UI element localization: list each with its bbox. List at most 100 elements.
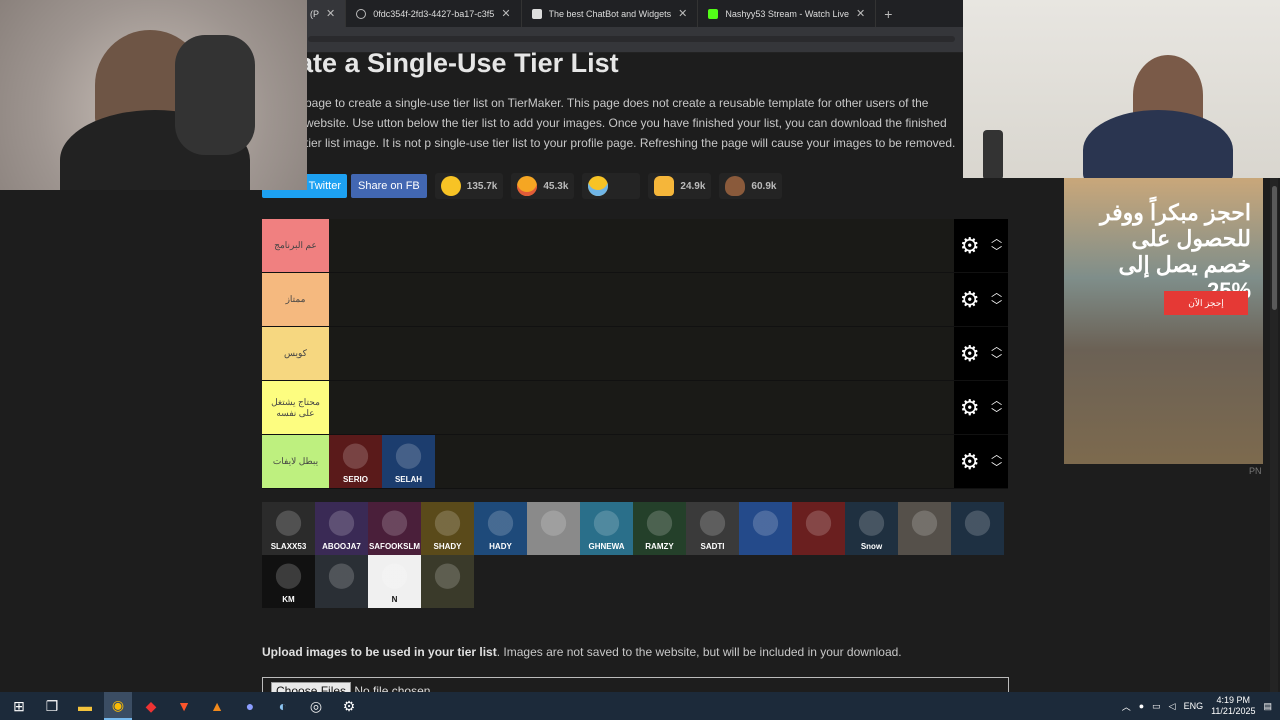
tier-controls: ⚙ ︿ ﹀ [954,327,1008,380]
file-status: No file chosen [354,684,431,692]
microphone-icon[interactable]: ● [1139,701,1144,711]
clock[interactable]: 4:19 PM 11/21/2025 [1211,695,1255,717]
obs-icon[interactable]: ◎ [302,692,330,720]
heart-eyes-emoji-icon [517,176,538,196]
tier-label[interactable]: عم البرنامج [262,219,329,272]
tier-item-image[interactable]: SADTI [686,502,739,555]
image-pool: SLAXX53 ABOOJA7 SAFOOKSLM SHADY HADY GHNEWA RA… [262,502,1008,608]
close-tab-icon[interactable]: ✕ [678,7,687,20]
chevron-up-icon[interactable]: ︿ [991,341,1002,354]
tier-item-image[interactable]: RAMZY [633,502,686,555]
ad-label: PN [1249,466,1262,476]
system-tray: ︿ ● ▭ ◁ ENG 4:19 PM 11/21/2025 ▤ [1122,692,1280,720]
reaction-grinning[interactable]: 135.7k [434,173,504,199]
tier-item-image[interactable]: SERIO [329,435,382,488]
tier-item-image[interactable] [898,502,951,555]
tier-item-image[interactable]: SLAXX53 [262,502,315,555]
tier-row: محتاج يشتغل على نفسه ⚙ ︿ ﹀ [262,381,1008,435]
webcam-overlay-right [963,0,1280,178]
ad-banner[interactable]: احجز مبكراً ووفر للحصول على خصم يصل إلى … [1064,178,1263,464]
new-tab-button[interactable]: + [876,6,900,22]
tier-item-image[interactable]: N [368,555,421,608]
tier-dropzone[interactable] [329,381,954,434]
close-tab-icon[interactable]: ✕ [856,7,865,20]
guest-body [1083,110,1233,178]
gear-icon[interactable]: ⚙ [960,234,980,257]
share-facebook-button[interactable]: Share on FB [351,174,427,198]
tier-item-image[interactable]: SAFOOKSLM [368,502,421,555]
tier-item-image[interactable]: SHADY [421,502,474,555]
tab-chatbot[interactable]: The best ChatBot and Widgets ✕ [522,0,699,27]
tier-item-image[interactable] [315,555,368,608]
share-row: n Twitter Share on FB 135.7k 45.3k 24.9k… [262,173,783,199]
chevron-up-icon[interactable]: ︿ [991,233,1002,246]
gear-icon[interactable]: ⚙ [960,450,980,473]
chevron-up-icon[interactable]: ︿ [991,395,1002,408]
brave-icon[interactable]: ▼ [170,692,198,720]
tier-item-image[interactable] [792,502,845,555]
chevron-down-icon[interactable]: ﹀ [991,354,1002,367]
chevron-down-icon[interactable]: ﹀ [991,246,1002,259]
choose-files-button[interactable]: Choose Files [271,682,352,692]
tier-item-image[interactable] [421,555,474,608]
reaction-laughing[interactable] [582,173,641,199]
tier-item-image[interactable]: KM [262,555,315,608]
chevron-down-icon[interactable]: ﹀ [991,408,1002,421]
tier-dropzone[interactable] [329,273,954,326]
raised-hands-emoji-icon [654,176,675,196]
chrome-icon[interactable]: ◉ [104,692,132,720]
tier-item-image[interactable]: HADY [474,502,527,555]
settings-icon[interactable]: ⚙ [335,692,363,720]
tier-label[interactable]: محتاج يشتغل على نفسه [262,381,329,434]
scrollbar-thumb[interactable] [1272,186,1277,310]
tier-item-image[interactable] [527,502,580,555]
chevron-down-icon[interactable]: ﹀ [991,462,1002,475]
speaker-icon[interactable]: ◁ [1169,701,1176,712]
file-input[interactable]: Choose Files No file chosen [262,677,1009,692]
tier-item-image[interactable]: Snow [845,502,898,555]
tier-dropzone[interactable]: SERIO SELAH [329,435,954,488]
app-red-icon[interactable]: ◆ [137,692,165,720]
close-tab-icon[interactable]: ✕ [326,7,335,20]
gear-icon[interactable]: ⚙ [960,396,980,419]
tier-dropzone[interactable] [329,219,954,272]
chevron-up-icon[interactable]: ︿ [991,449,1002,462]
network-icon[interactable]: ▭ [1152,701,1161,712]
tier-label[interactable]: يبطل لايفات [262,435,329,488]
chevron-up-icon[interactable]: ︿ [991,287,1002,300]
tier-dropzone[interactable] [329,327,954,380]
tier-item-image[interactable] [739,502,792,555]
steam-icon[interactable]: ◐ [269,692,297,720]
tier-controls: ⚙ ︿ ﹀ [954,435,1008,488]
language-indicator[interactable]: ENG [1184,701,1204,711]
task-view-icon[interactable]: ❐ [38,692,66,720]
upload-instructions: Upload images to be used in your tier li… [262,645,902,659]
gear-icon[interactable]: ⚙ [960,342,980,365]
tier-label[interactable]: ممتاز [262,273,329,326]
reaction-raised-hands[interactable]: 24.9k [648,173,712,199]
app-orange-icon[interactable]: ▲ [203,692,231,720]
ad-cta-button[interactable]: إحجز الآن [1164,291,1248,315]
tier-item-image[interactable]: ABOOJA7 [315,502,368,555]
windows-start-icon[interactable]: ⊞ [5,692,33,720]
tab-kick-stream[interactable]: Nashyy53 Stream - Watch Live ✕ [698,0,877,27]
tier-item-image[interactable]: SELAH [382,435,435,488]
chevron-down-icon[interactable]: ﹀ [991,300,1002,313]
tier-list: عم البرنامج ⚙ ︿ ﹀ ممتاز ⚙ ︿ ﹀ كويس ⚙ ︿ ﹀ مح… [262,219,1008,489]
tab-uuid[interactable]: 0fdc354f-2fd3-4427-ba17-c3f5 ✕ [346,0,522,27]
tab-bar: (P ✕ 0fdc354f-2fd3-4427-ba17-c3f5 ✕ The … [300,0,963,27]
chevron-up-icon[interactable]: ︿ [1122,700,1131,713]
reaction-poop[interactable]: 60.9k [719,173,783,199]
close-tab-icon[interactable]: ✕ [501,7,510,20]
poop-emoji-icon [725,176,746,196]
tier-label[interactable]: كويس [262,327,329,380]
gear-icon[interactable]: ⚙ [960,288,980,311]
tier-item-image[interactable] [951,502,1004,555]
chatbot-icon [531,8,542,19]
notification-icon[interactable]: ▤ [1263,701,1272,712]
tier-item-image[interactable]: GHNEWA [580,502,633,555]
discord-icon[interactable]: ● [236,692,264,720]
reaction-heart-eyes[interactable]: 45.3k [511,173,575,199]
file-explorer-icon[interactable]: ▬ [71,692,99,720]
webcam-overlay-left [0,0,307,190]
